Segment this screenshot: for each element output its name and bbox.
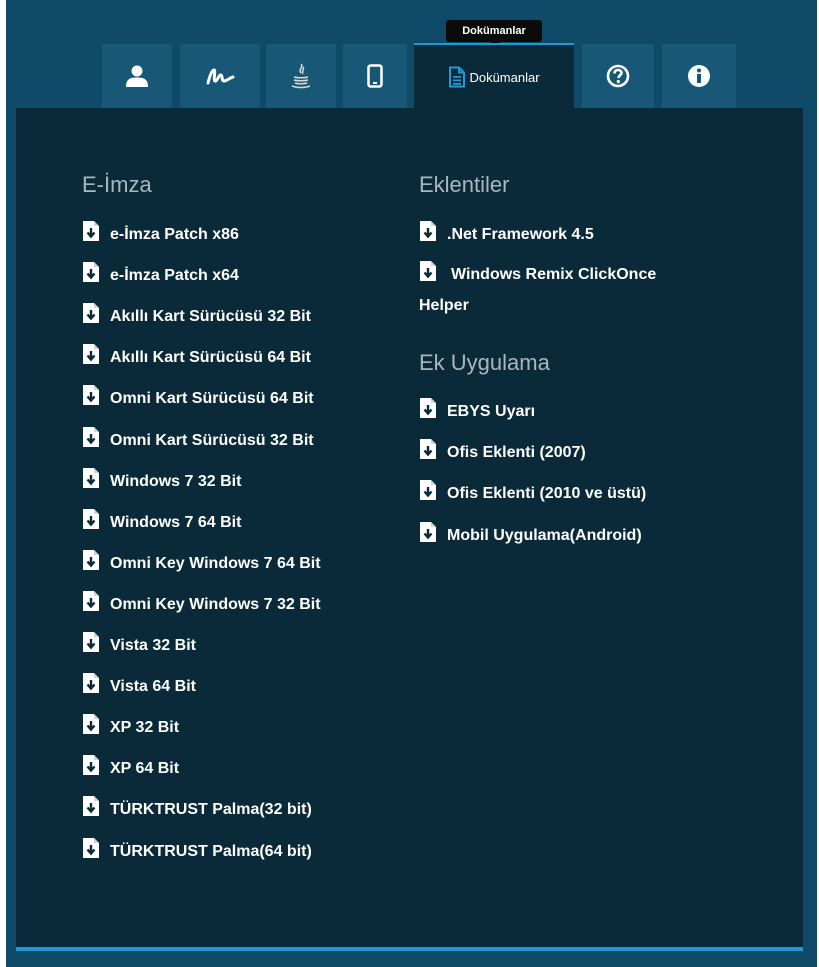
file-download-icon xyxy=(82,384,100,416)
download-link-label: Windows 7 64 Bit xyxy=(110,513,242,531)
file-download-icon xyxy=(82,302,100,334)
file-download-icon xyxy=(419,521,437,553)
download-link[interactable]: e-İmza Patch x86 xyxy=(82,221,239,252)
file-download-icon xyxy=(82,426,100,458)
file-download-icon xyxy=(82,220,100,252)
download-link[interactable]: Omni Kart Sürücüsü 64 Bit xyxy=(82,385,314,416)
download-link[interactable]: Omni Key Windows 7 64 Bit xyxy=(82,549,321,581)
download-link[interactable]: Akıllı Kart Sürücüsü 64 Bit xyxy=(82,344,311,375)
download-link[interactable]: TÜRKTRUST Palma(64 bit) xyxy=(82,837,312,869)
file-download-icon xyxy=(82,261,100,293)
download-link[interactable]: Omni Kart Sürücüsü 32 Bit xyxy=(82,426,314,458)
download-link-label: Omni Key Windows 7 32 Bit xyxy=(110,595,321,613)
download-link-label: e-İmza Patch x64 xyxy=(110,267,239,285)
download-link-label: Omni Key Windows 7 64 Bit xyxy=(110,554,321,572)
download-link[interactable]: Akıllı Kart Sürücüsü 32 Bit xyxy=(82,303,311,334)
info-icon xyxy=(688,65,710,87)
java-icon xyxy=(291,63,311,89)
file-download-icon xyxy=(82,467,100,499)
download-link-label: XP 64 Bit xyxy=(110,760,180,778)
download-link-label: Omni Kart Sürücüsü 64 Bit xyxy=(110,390,314,408)
file-download-icon xyxy=(82,343,100,375)
download-link-label: e-İmza Patch x86 xyxy=(110,226,239,243)
document-icon xyxy=(449,66,466,88)
download-link[interactable]: Windows Remix ClickOnce Helper xyxy=(419,261,709,320)
file-download-icon xyxy=(82,672,100,704)
tab-signature[interactable] xyxy=(180,44,260,108)
download-link[interactable]: Vista 32 Bit xyxy=(82,632,196,663)
help-icon xyxy=(606,64,630,88)
download-link[interactable]: EBYS Uyarı xyxy=(419,398,535,429)
download-link-label: Omni Kart Sürücüsü 32 Bit xyxy=(110,431,314,449)
download-link-label: Vista 64 Bit xyxy=(110,678,196,696)
download-link[interactable]: Ofis Eklenti (2010 ve üstü) xyxy=(419,480,646,511)
user-icon xyxy=(126,65,148,87)
file-download-icon xyxy=(82,795,100,827)
panel-bottom-border xyxy=(16,947,803,951)
signature-icon xyxy=(206,68,235,85)
download-link-label: EBYS Uyarı xyxy=(447,403,536,420)
download-link-label: Mobil Uygulama(Android) xyxy=(447,526,642,544)
file-download-icon xyxy=(419,438,437,470)
download-link-label: TÜRKTRUST Palma(64 bit) xyxy=(110,842,312,860)
section-title-eimza: E-İmza xyxy=(82,172,152,197)
tab-tooltip: Dokümanlar xyxy=(446,20,542,47)
download-link[interactable]: Mobil Uygulama(Android) xyxy=(419,521,642,553)
mobile-icon xyxy=(367,64,383,88)
download-link-label: Windows 7 32 Bit xyxy=(110,472,242,490)
download-link[interactable]: Vista 64 Bit xyxy=(82,673,196,704)
file-download-icon xyxy=(82,508,100,540)
download-link-label: TÜRKTRUST Palma(32 bit) xyxy=(110,801,312,819)
download-link-label: Windows Remix ClickOnce Helper xyxy=(419,266,657,314)
file-download-icon xyxy=(419,260,437,292)
file-download-icon xyxy=(82,631,100,663)
tab-mobile[interactable] xyxy=(343,44,407,108)
download-link-label: Akıllı Kart Sürücüsü 32 Bit xyxy=(110,308,311,326)
file-download-icon xyxy=(82,549,100,581)
download-link-label: Ofis Eklenti (2010 ve üstü) xyxy=(447,485,647,503)
file-download-icon xyxy=(419,397,437,429)
download-link[interactable]: XP 32 Bit xyxy=(82,714,179,745)
download-link[interactable]: Ofis Eklenti (2007) xyxy=(419,439,586,470)
download-link[interactable]: Windows 7 64 Bit xyxy=(82,508,242,540)
download-link[interactable]: TÜRKTRUST Palma(32 bit) xyxy=(82,796,312,827)
download-link-label: Ofis Eklenti (2007) xyxy=(447,444,586,462)
download-link-label: .Net Framework 4.5 xyxy=(447,226,594,243)
download-link-label: Akıllı Kart Sürücüsü 64 Bit xyxy=(110,349,311,367)
download-link[interactable]: Omni Key Windows 7 32 Bit xyxy=(82,590,321,622)
tab-java[interactable] xyxy=(266,44,336,108)
section-title-eklentiler: Eklentiler xyxy=(419,172,510,197)
download-link[interactable]: e-İmza Patch x64 xyxy=(82,262,239,293)
file-download-icon xyxy=(82,590,100,622)
tab-info[interactable] xyxy=(662,44,736,108)
section-title-ek-uygulama: Ek Uygulama xyxy=(419,350,550,375)
file-download-icon xyxy=(419,220,437,252)
download-link[interactable]: Windows 7 32 Bit xyxy=(82,467,242,499)
tab-help[interactable] xyxy=(582,44,654,108)
file-download-icon xyxy=(82,713,100,745)
tab-user[interactable] xyxy=(102,44,172,108)
file-download-icon xyxy=(82,837,100,869)
file-download-icon xyxy=(82,754,100,786)
download-link[interactable]: XP 64 Bit xyxy=(82,755,179,786)
tab-documents[interactable]: Dokümanlar xyxy=(414,43,574,109)
download-link-label: Vista 32 Bit xyxy=(110,637,196,654)
download-link-label: XP 32 Bit xyxy=(110,719,180,737)
tab-documents-label: Dokümanlar xyxy=(469,69,540,85)
file-download-icon xyxy=(419,479,437,511)
download-link[interactable]: .Net Framework 4.5 xyxy=(419,221,594,252)
